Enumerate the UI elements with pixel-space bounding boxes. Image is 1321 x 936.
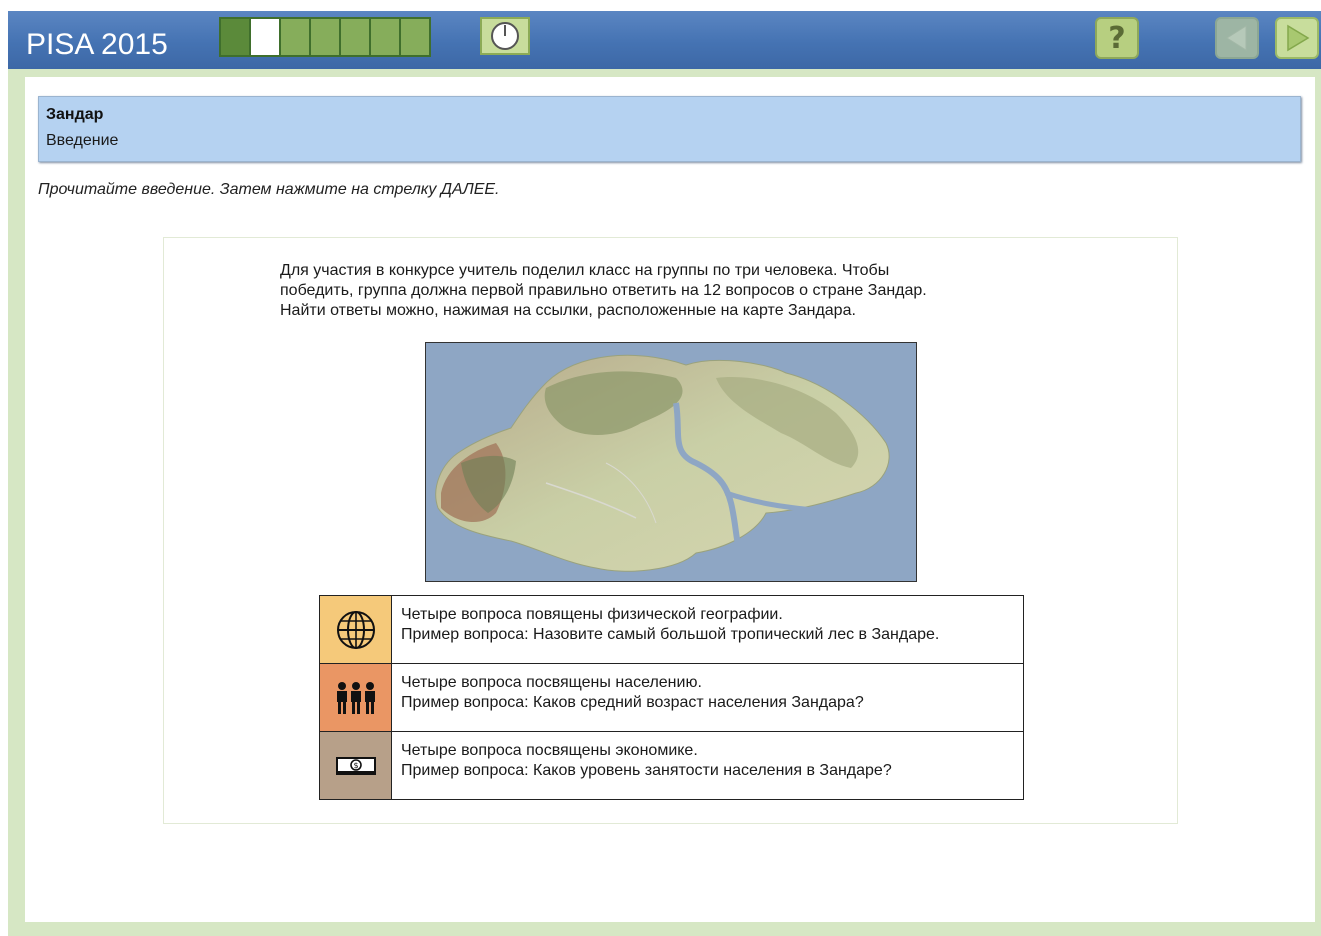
topic-example: Пример вопроса: Назовите самый большой т… bbox=[401, 626, 940, 643]
unit-section: Введение bbox=[46, 132, 119, 149]
progress-segment bbox=[371, 17, 401, 57]
intro-line: победить, группа должна первой правильно… bbox=[280, 282, 927, 299]
intro-line: Найти ответы можно, нажимая на ссылки, р… bbox=[280, 302, 856, 319]
progress-segment bbox=[281, 17, 311, 57]
progress-segment bbox=[401, 17, 431, 57]
topic-description: Четыре вопроса посвящены населению. Прим… bbox=[392, 664, 864, 731]
previous-button[interactable] bbox=[1215, 17, 1259, 59]
topic-title: Четыре вопроса посвящены экономике. bbox=[401, 742, 698, 759]
page-frame: Зандар Введение Прочитайте введение. Зат… bbox=[8, 69, 1321, 936]
timer-button[interactable] bbox=[480, 17, 530, 55]
island-map-image bbox=[426, 343, 916, 581]
content-area: Зандар Введение Прочитайте введение. Зат… bbox=[25, 77, 1315, 922]
stimulus-panel: Для участия в конкурсе учитель поделил к… bbox=[163, 237, 1178, 824]
topic-description: Четыре вопроса повящены физической геогр… bbox=[392, 596, 939, 663]
svg-text:$: $ bbox=[353, 761, 358, 770]
unit-header: Зандар Введение bbox=[38, 96, 1301, 162]
money-icon: $ bbox=[335, 756, 376, 775]
progress-segment-current bbox=[251, 17, 281, 57]
progress-segment bbox=[341, 17, 371, 57]
progress-segment bbox=[311, 17, 341, 57]
arrow-left-icon bbox=[1226, 25, 1247, 51]
topic-title: Четыре вопроса повящены физической геогр… bbox=[401, 606, 783, 623]
progress-indicator bbox=[219, 17, 431, 57]
topic-example: Пример вопроса: Каков средний возраст на… bbox=[401, 694, 864, 711]
arrow-right-icon bbox=[1287, 24, 1310, 52]
topic-description: Четыре вопроса посвящены экономике. Прим… bbox=[392, 732, 892, 799]
next-button[interactable] bbox=[1275, 17, 1319, 59]
topic-icon-cell bbox=[320, 664, 392, 731]
topic-row-population: Четыре вопроса посвящены населению. Прим… bbox=[320, 664, 1023, 732]
unit-title: Зандар bbox=[46, 106, 104, 123]
instruction-text: Прочитайте введение. Затем нажмите на ст… bbox=[38, 181, 500, 198]
clock-icon bbox=[491, 22, 519, 50]
topic-title: Четыре вопроса посвящены населению. bbox=[401, 674, 702, 691]
help-icon: ? bbox=[1108, 20, 1126, 56]
topic-icon-cell: $ bbox=[320, 732, 392, 799]
progress-segment bbox=[219, 17, 251, 57]
topics-table: Четыре вопроса повящены физической геогр… bbox=[319, 595, 1024, 800]
help-button[interactable]: ? bbox=[1095, 17, 1139, 59]
intro-line: Для участия в конкурсе учитель поделил к… bbox=[280, 262, 890, 279]
intro-paragraph: Для участия в конкурсе учитель поделил к… bbox=[280, 261, 1040, 321]
topic-icon-cell bbox=[320, 596, 392, 663]
app-title: PISA 2015 bbox=[26, 28, 168, 61]
globe-icon bbox=[336, 610, 375, 649]
zandar-map bbox=[425, 342, 917, 582]
topic-row-economy: $ Четыре вопроса посвящены экономике. Пр… bbox=[320, 732, 1023, 799]
people-icon bbox=[336, 681, 375, 714]
top-bar: PISA 2015 ? bbox=[8, 11, 1321, 69]
topic-example: Пример вопроса: Каков уровень занятости … bbox=[401, 762, 892, 779]
topic-row-geography: Четыре вопроса повящены физической геогр… bbox=[320, 596, 1023, 664]
